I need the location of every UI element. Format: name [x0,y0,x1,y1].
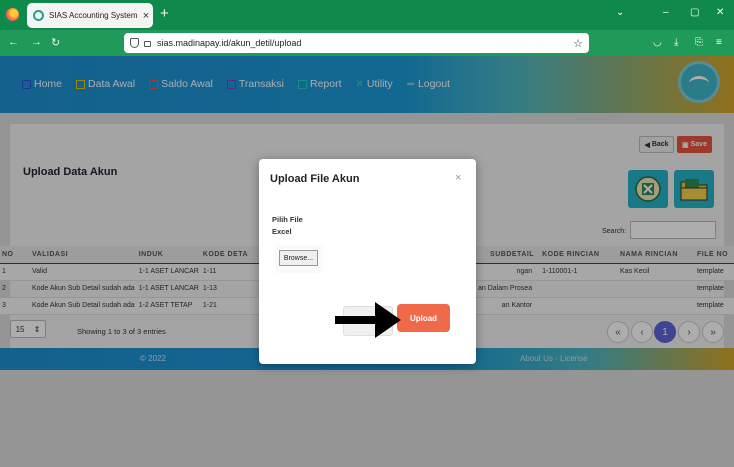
browser-toolbar: ← → ↻ sias.madinapay.id/akun_detil/uploa… [0,30,734,56]
menu-icon[interactable]: ≡ [716,37,722,48]
pocket-icon[interactable]: ◡ [653,37,662,48]
lock-icon [144,41,151,47]
modal-title: Upload File Akun [270,173,360,185]
tab-close-icon[interactable]: × [139,10,153,22]
bookmark-star-icon[interactable]: ☆ [573,37,583,50]
browse-button[interactable]: Browse... [279,250,318,266]
arrow-pointer-icon [335,302,401,338]
browser-tab[interactable]: SIAS Accounting System × [27,3,153,28]
modal-close-icon[interactable]: × [455,172,461,184]
new-tab-button[interactable]: + [160,5,169,22]
site-favicon-icon [33,10,44,21]
download-icon[interactable]: ⤓ [674,37,678,48]
reload-icon[interactable]: ↻ [51,36,60,49]
tab-title: SIAS Accounting System [49,11,138,20]
extensions-icon[interactable]: ⎘ [695,37,703,48]
shield-icon [130,38,139,48]
address-bar[interactable]: sias.madinapay.id/akun_detil/upload ☆ [124,33,589,53]
firefox-icon [6,8,19,21]
browser-tab-bar: SIAS Accounting System × + ⌄ – ▢ ✕ [0,0,734,30]
file-input[interactable]: Browse... [275,245,323,273]
window-close-icon[interactable]: ✕ [716,7,724,18]
back-arrow-icon[interactable]: ← [8,36,19,48]
forward-arrow-icon[interactable]: → [31,36,42,48]
tab-list-icon[interactable]: ⌄ [616,7,624,18]
minimize-icon[interactable]: – [663,7,669,18]
url-text[interactable]: sias.madinapay.id/akun_detil/upload [157,38,573,48]
upload-button[interactable]: Upload [397,304,450,332]
maximize-icon[interactable]: ▢ [690,7,699,18]
file-label: Pilih File Excel [272,215,303,236]
